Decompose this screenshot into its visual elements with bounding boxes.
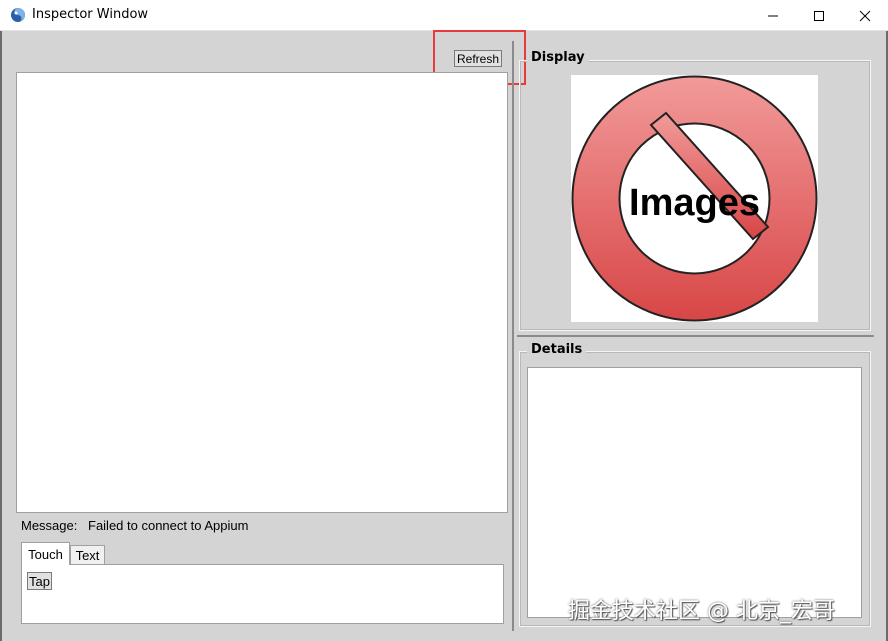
vertical-splitter[interactable] <box>512 41 514 631</box>
touch-tab-panel <box>21 564 504 624</box>
maximize-icon <box>814 10 824 21</box>
message-label: Message: <box>21 518 78 533</box>
element-tree-view[interactable] <box>16 72 508 513</box>
close-icon <box>859 10 871 21</box>
message-text: Failed to connect to Appium <box>88 518 249 533</box>
screenshot-display[interactable]: Images <box>571 75 818 322</box>
watermark-text: 掘金技术社区 @ 北京_宏哥 <box>568 599 835 624</box>
details-text-box[interactable] <box>527 367 862 618</box>
display-group-title: Display <box>527 50 589 65</box>
app-icon <box>11 8 25 22</box>
minimize-button[interactable] <box>750 0 796 31</box>
minimize-icon <box>768 15 778 16</box>
refresh-button[interactable]: Refresh <box>454 50 502 67</box>
no-image-placeholder-text: Images <box>629 182 760 224</box>
tap-button[interactable]: Tap <box>27 572 52 590</box>
tab-touch[interactable]: Touch <box>21 542 70 565</box>
maximize-button[interactable] <box>796 0 842 31</box>
close-button[interactable] <box>842 0 888 31</box>
window-border-left <box>0 31 2 641</box>
no-image-placeholder-icon: Images <box>571 75 818 322</box>
details-group-title: Details <box>527 342 587 357</box>
horizontal-splitter[interactable] <box>517 335 874 337</box>
tab-text[interactable]: Text <box>70 545 105 565</box>
title-bar: Inspector Window <box>0 0 888 31</box>
window-title: Inspector Window <box>32 7 149 22</box>
